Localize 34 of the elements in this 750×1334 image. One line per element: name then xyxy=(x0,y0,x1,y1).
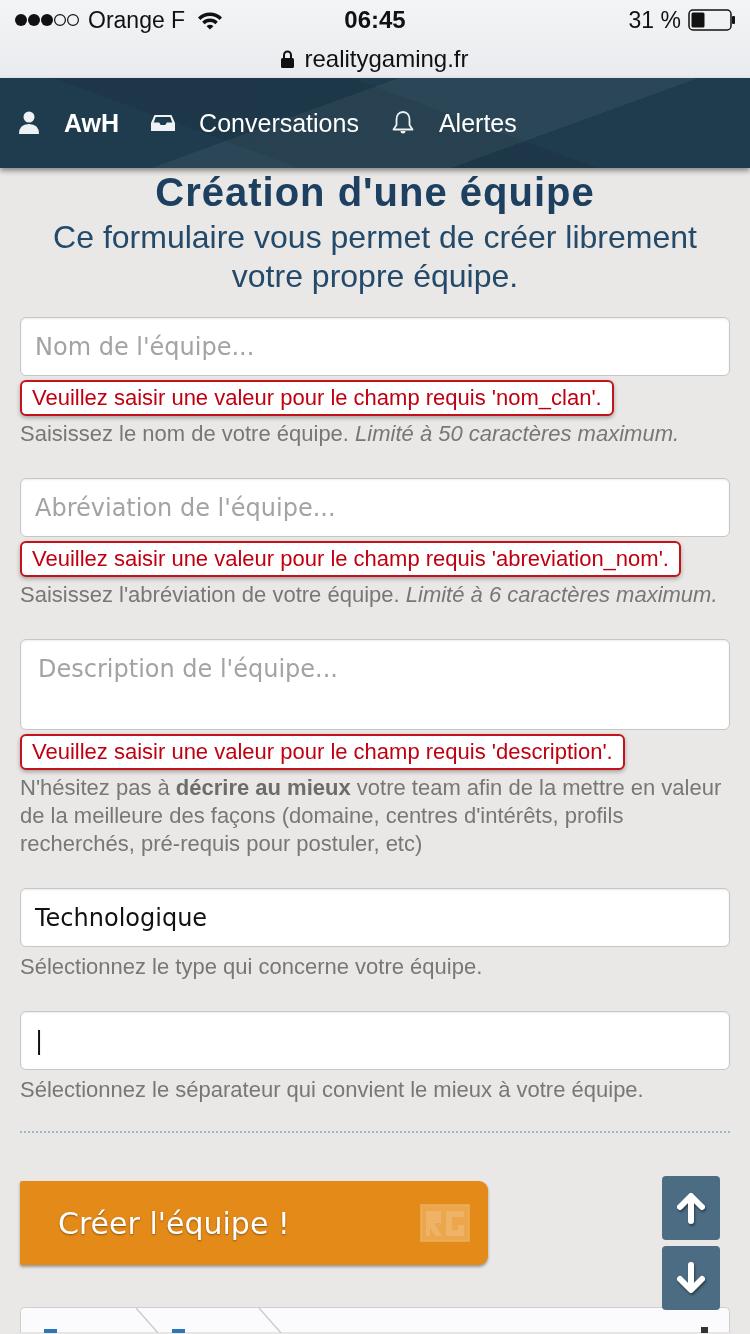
error-tooltip: Veuillez saisir une valeur pour le champ requis 'description'. xyxy=(20,734,625,770)
scroll-up-button[interactable] xyxy=(662,1176,720,1240)
battery-icon xyxy=(688,9,736,31)
carrier-name: Orange F xyxy=(88,6,186,34)
nav-link[interactable]: Conversations xyxy=(151,108,359,138)
field-hint: Saisissez le nom de votre équipe. Limité à 50 caractères maximum. xyxy=(20,420,681,448)
lock-icon xyxy=(281,50,295,68)
field-hint: Sélectionnez le séparateur qui convient le mieux à votre équipe. xyxy=(20,1076,645,1104)
text-input[interactable]: Nom de l'équipe... xyxy=(20,317,730,376)
inbox-icon xyxy=(151,114,176,132)
field-hint: Saisissez l'abréviation de votre équipe. Limité à 6 caractères maximum. xyxy=(20,581,719,609)
clock-time: 06:45 xyxy=(344,6,406,34)
logo-icon xyxy=(420,1204,470,1242)
address-url[interactable]: realitygaming.fr xyxy=(304,45,469,73)
scroll-down-button[interactable] xyxy=(662,1246,720,1310)
text-input[interactable]: Abréviation de l'équipe... xyxy=(20,478,730,537)
field-hint: Sélectionnez le type qui concerne votre équipe. xyxy=(20,953,484,981)
field-hint: N'hésitez pas à décrire au mieux votre team afin de la mettre en valeur de la meilleure des façons (domaine, centres d'intérêts, profils recherchés, pré-requis pour postuler, etc) xyxy=(20,774,723,858)
battery-percentage: 31 % xyxy=(628,6,681,34)
page-subtitle: Ce formulaire vous permet de créer librement votre propre équipe. xyxy=(52,218,698,296)
arrow-up-icon xyxy=(674,1191,708,1225)
wifi-icon xyxy=(197,10,224,30)
error-tooltip: Veuillez saisir une valeur pour le champ requis 'abreviation_nom'. xyxy=(20,541,681,577)
error-tooltip: Veuillez saisir une valeur pour le champ requis 'nom_clan'. xyxy=(20,380,614,416)
textarea-input[interactable]: Description de l'équipe... xyxy=(20,639,730,730)
signal-icon xyxy=(14,13,80,27)
select-field[interactable]: Technologique xyxy=(20,888,730,947)
arrow-down-icon xyxy=(674,1261,708,1295)
user-icon xyxy=(18,111,40,135)
nav-link[interactable]: AwH xyxy=(18,108,120,138)
nav-link[interactable]: Alertes xyxy=(390,108,517,138)
select-field[interactable]: | xyxy=(20,1011,730,1070)
bell-icon xyxy=(390,110,415,136)
page-title: Création d'une équipe xyxy=(154,170,596,214)
